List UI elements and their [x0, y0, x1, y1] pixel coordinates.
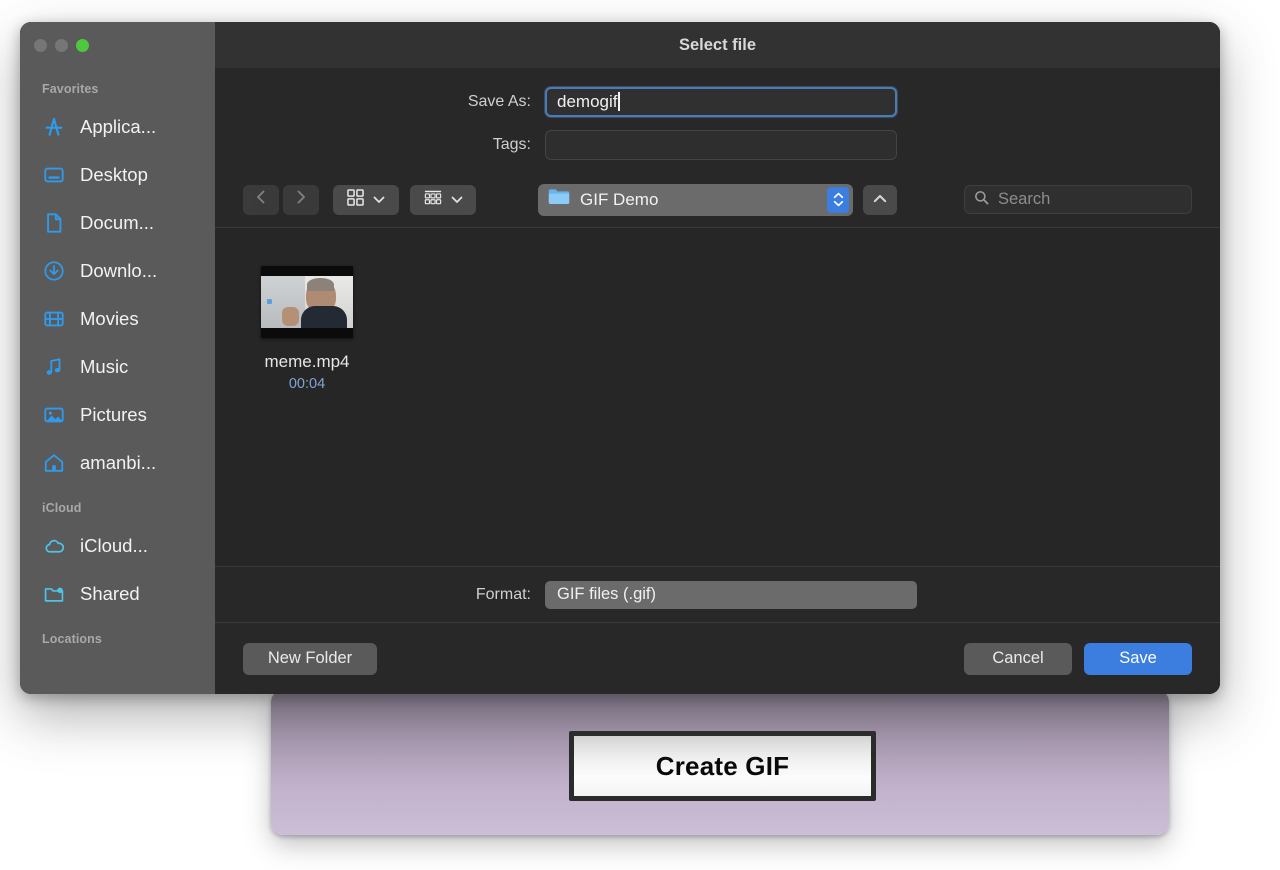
sidebar-item-applications[interactable]: Applica... — [20, 103, 215, 151]
back-button[interactable] — [243, 184, 279, 215]
save-as-row: Save As: demogif — [215, 80, 1220, 123]
home-icon — [42, 451, 66, 475]
sidebar-item-label: Applica... — [80, 116, 157, 137]
search-icon — [974, 190, 989, 210]
sidebar-item-label: iCloud... — [80, 535, 148, 556]
movies-icon — [42, 307, 66, 331]
dialog-title-bar: Select file — [215, 22, 1220, 68]
chevron-left-icon — [254, 189, 268, 210]
sidebar-item-label: Movies — [80, 308, 139, 329]
cancel-button[interactable]: Cancel — [964, 642, 1072, 675]
sidebar-item-label: Downlo... — [80, 260, 158, 281]
music-icon — [42, 355, 66, 379]
sidebar-item-label: Desktop — [80, 164, 148, 185]
downloads-icon — [42, 259, 66, 283]
sidebar-section-favorites-title: Favorites — [42, 82, 99, 96]
current-folder-name: GIF Demo — [580, 189, 659, 209]
sidebar-item-pictures[interactable]: Pictures — [20, 391, 215, 439]
sidebar-item-icloud-drive[interactable]: iCloud... — [20, 522, 215, 570]
list-view-button[interactable] — [410, 184, 476, 215]
folder-popup-stepper[interactable] — [827, 186, 849, 213]
browser-toolbar: GIF Demo Search — [215, 172, 1220, 227]
tags-label: Tags: — [492, 135, 531, 153]
shared-folder-icon — [42, 582, 66, 606]
chevron-right-icon — [294, 189, 308, 210]
sidebar-item-shared[interactable]: Shared — [20, 570, 215, 618]
text-caret — [618, 92, 620, 111]
new-folder-button-label: New Folder — [267, 649, 353, 667]
sidebar-item-music[interactable]: Music — [20, 343, 215, 391]
video-thumbnail — [261, 266, 353, 338]
list-view-icon — [424, 189, 442, 211]
sidebar-item-documents[interactable]: Docum... — [20, 199, 215, 247]
icloud-icon — [42, 534, 66, 558]
navigation-buttons — [243, 184, 319, 215]
folder-icon — [548, 188, 570, 211]
go-up-button[interactable] — [863, 184, 897, 215]
applications-icon — [42, 115, 66, 139]
view-mode-buttons — [333, 184, 476, 215]
chevron-up-icon — [873, 191, 887, 209]
format-value: GIF files (.gif) — [557, 585, 657, 603]
window-controls — [20, 22, 215, 68]
forward-button[interactable] — [283, 184, 319, 215]
page-title: Select file — [678, 35, 757, 54]
file-name: meme.mp4 — [264, 352, 350, 371]
current-folder-popup[interactable]: GIF Demo — [538, 183, 853, 216]
sidebar-item-home[interactable]: amanbi... — [20, 439, 215, 487]
minimize-button[interactable] — [55, 38, 68, 52]
sidebar-item-movies[interactable]: Movies — [20, 295, 215, 343]
sidebar-item-downloads[interactable]: Downlo... — [20, 247, 215, 295]
format-row: Format: GIF files (.gif) — [215, 567, 1220, 622]
chevron-down-icon — [373, 191, 385, 209]
save-as-input[interactable]: demogif — [545, 86, 897, 117]
sidebar-section-icloud-title: iCloud — [42, 501, 82, 515]
search-input[interactable]: Search — [964, 185, 1192, 214]
create-gif-app-window: Create GIF — [271, 690, 1169, 835]
sidebar-item-desktop[interactable]: Desktop — [20, 151, 215, 199]
save-button[interactable]: Save — [1084, 642, 1192, 675]
documents-icon — [42, 211, 66, 235]
create-gif-button[interactable]: Create GIF — [569, 731, 876, 801]
cancel-button-label: Cancel — [992, 649, 1044, 667]
desktop-icon — [42, 163, 66, 187]
dialog-content: Select file Save As: demogif Tags: GIF D… — [215, 22, 1220, 694]
file-duration: 00:04 — [288, 376, 326, 392]
grid-view-icon — [347, 188, 364, 211]
search-placeholder: Search — [998, 190, 1051, 208]
save-file-dialog: Favorites Applica... Desktop Docum... Do… — [20, 22, 1220, 694]
sidebar-item-label: Shared — [80, 583, 140, 604]
new-folder-button[interactable]: New Folder — [243, 642, 377, 675]
save-as-label: Save As: — [467, 92, 531, 110]
format-label: Format: — [475, 585, 531, 603]
dialog-action-bar: New Folder Cancel Save — [215, 622, 1220, 694]
save-button-label: Save — [1119, 649, 1157, 667]
file-browser[interactable]: meme.mp4 00:04 — [215, 227, 1220, 567]
icon-view-button[interactable] — [333, 184, 399, 215]
sidebar-item-label: Docum... — [80, 212, 155, 233]
tags-row: Tags: — [215, 123, 1220, 166]
create-gif-button-label: Create GIF — [655, 750, 790, 781]
format-popup[interactable]: GIF files (.gif) — [545, 580, 917, 609]
save-as-value: demogif — [557, 91, 618, 111]
zoom-button[interactable] — [76, 38, 89, 52]
sidebar-item-label: amanbi... — [80, 452, 157, 473]
sidebar-section-locations-title: Locations — [42, 632, 102, 646]
pictures-icon — [42, 403, 66, 427]
file-item-meme-mp4[interactable]: meme.mp4 00:04 — [247, 266, 367, 392]
name-fields: Save As: demogif Tags: — [215, 68, 1220, 172]
close-button[interactable] — [34, 38, 47, 52]
sidebar-item-label: Music — [80, 356, 129, 377]
chevron-down-icon — [451, 191, 463, 209]
sidebar: Favorites Applica... Desktop Docum... Do… — [20, 22, 215, 694]
tags-input[interactable] — [545, 129, 897, 160]
sidebar-item-label: Pictures — [80, 404, 147, 425]
